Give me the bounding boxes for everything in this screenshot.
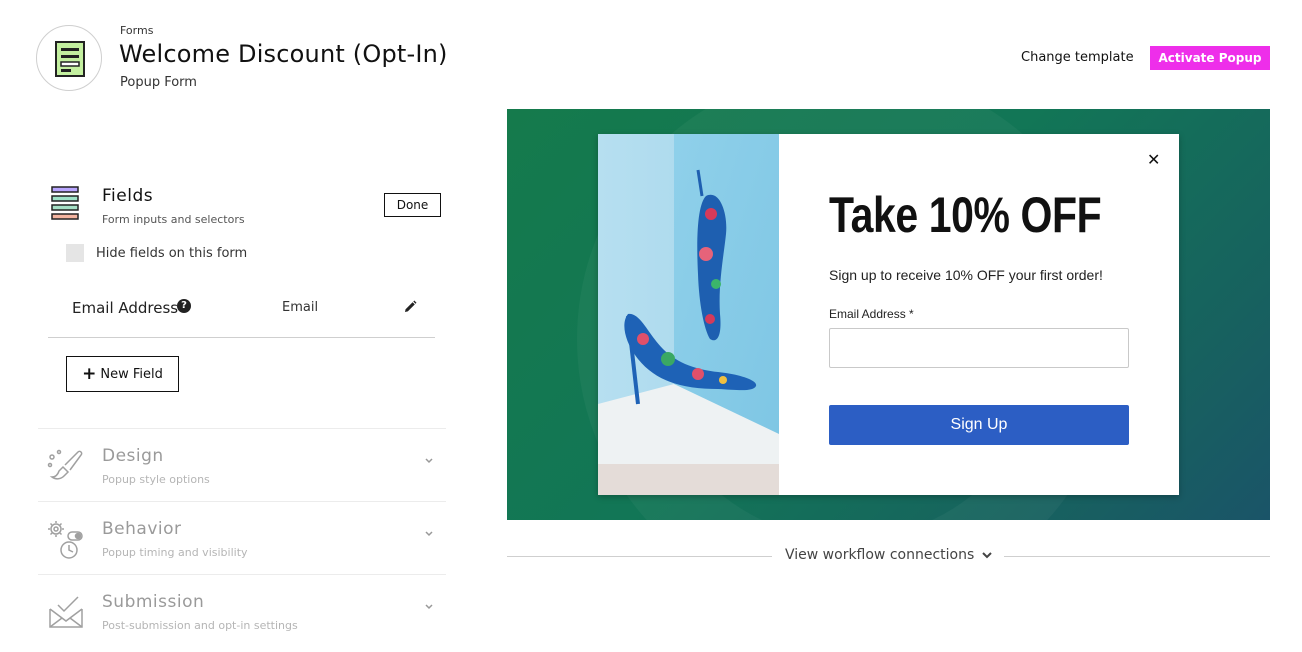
section-subtitle: Popup timing and visibility xyxy=(102,546,248,559)
section-submission[interactable]: Submission Post-submission and opt-in se… xyxy=(38,574,446,644)
email-input[interactable] xyxy=(829,328,1129,368)
shoe-photo xyxy=(598,134,779,495)
section-title: Design xyxy=(102,446,164,466)
chevron-down-icon xyxy=(425,604,433,610)
section-behavior[interactable]: Behavior Popup timing and visibility xyxy=(38,501,446,571)
chevron-down-icon xyxy=(425,531,433,537)
field-type-email: Email xyxy=(282,300,319,315)
popup-image xyxy=(598,134,779,495)
new-field-label: New Field xyxy=(100,367,163,382)
page-subtitle: Popup Form xyxy=(120,75,197,90)
fields-icon xyxy=(51,186,79,220)
page-title: Welcome Discount (Opt-In) xyxy=(119,40,448,68)
field-label-email: Email Address xyxy=(72,299,179,317)
chevron-down-icon[interactable] xyxy=(981,550,993,560)
brush-icon xyxy=(47,449,83,480)
new-field-button[interactable]: + New Field xyxy=(66,356,179,392)
divider-right xyxy=(1004,556,1270,557)
pencil-icon[interactable] xyxy=(403,300,417,314)
hide-fields-label: Hide fields on this form xyxy=(96,246,248,261)
done-button[interactable]: Done xyxy=(384,193,441,217)
fields-subtitle: Form inputs and selectors xyxy=(102,213,245,226)
activate-popup-button[interactable]: Activate Popup xyxy=(1150,46,1270,70)
field-divider xyxy=(48,337,435,338)
section-subtitle: Popup style options xyxy=(102,473,210,486)
fields-title: Fields xyxy=(102,186,154,206)
plus-icon: + xyxy=(82,364,97,384)
sign-up-button[interactable]: Sign Up xyxy=(829,405,1129,445)
form-avatar xyxy=(36,25,102,91)
section-title: Submission xyxy=(102,592,205,612)
change-template-button[interactable]: Change template xyxy=(1021,50,1134,65)
gear-clock-icon xyxy=(48,521,83,559)
section-title: Behavior xyxy=(102,519,182,539)
section-design[interactable]: Design Popup style options xyxy=(38,428,446,498)
divider-left xyxy=(507,556,772,557)
form-document-icon xyxy=(55,41,85,77)
popup-text: Sign up to receive 10% OFF your first or… xyxy=(829,267,1103,283)
view-workflow-connections-link[interactable]: View workflow connections xyxy=(785,547,974,563)
email-label: Email Address * xyxy=(829,307,914,321)
popup-heading: Take 10% OFF xyxy=(829,187,1102,243)
chevron-down-icon xyxy=(425,458,433,464)
breadcrumb[interactable]: Forms xyxy=(120,24,153,37)
close-icon[interactable]: ✕ xyxy=(1147,150,1160,169)
hide-fields-checkbox[interactable] xyxy=(66,244,84,262)
popup-preview: ✕ Take 10% OFF Sign up to receive 10% OF… xyxy=(598,134,1179,495)
envelope-check-icon xyxy=(49,596,83,628)
section-subtitle: Post-submission and opt-in settings xyxy=(102,619,298,632)
help-icon[interactable]: ? xyxy=(177,299,191,313)
